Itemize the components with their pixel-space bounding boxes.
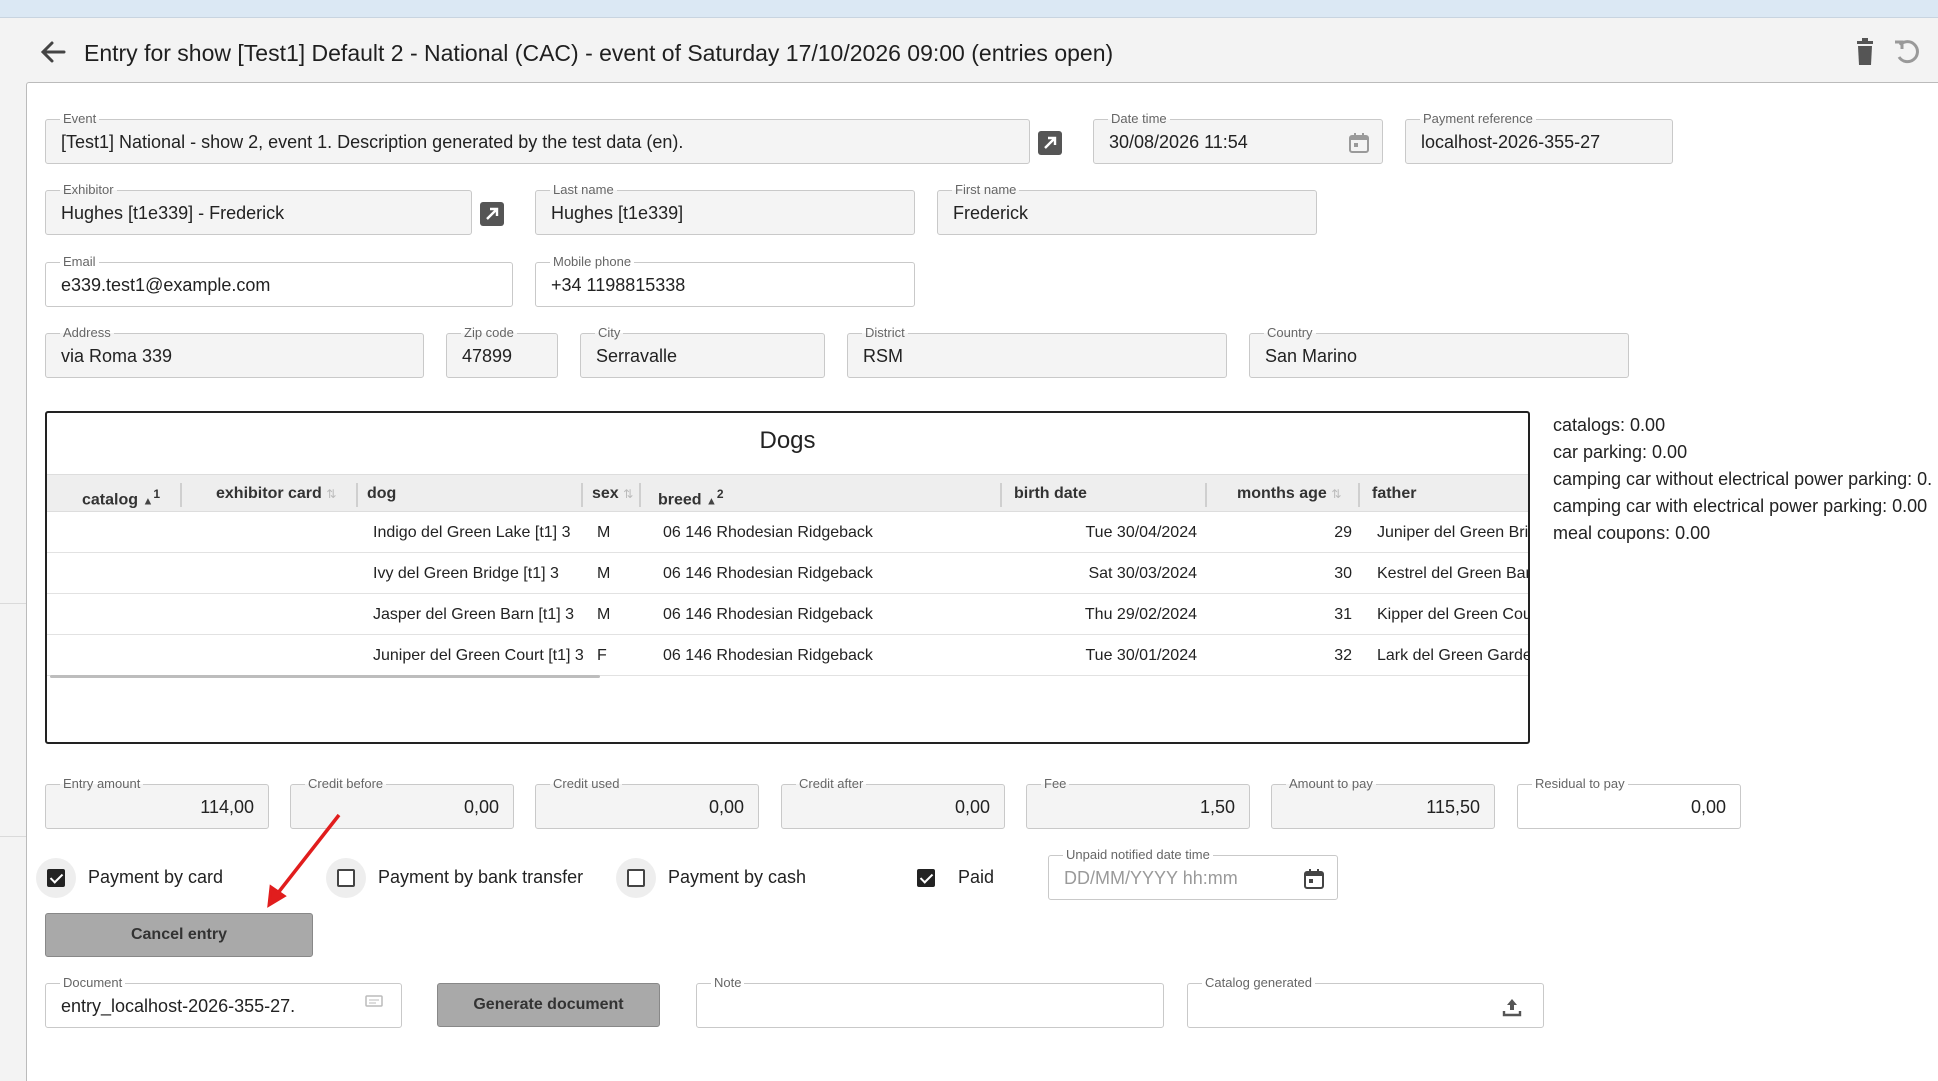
undo-icon	[1895, 40, 1919, 64]
upload-icon[interactable]	[1500, 995, 1524, 1019]
date-time-field[interactable]: Date time 30/08/2026 11:54	[1093, 111, 1383, 164]
arrow-left-icon	[40, 41, 66, 63]
cancel-entry-button[interactable]: Cancel entry	[45, 913, 313, 957]
col-catalog[interactable]: catalog ▲1	[82, 475, 160, 513]
trash-icon	[1857, 38, 1873, 65]
fee-field[interactable]: Fee 1,50	[1026, 776, 1250, 829]
extras-summary: catalogs: 0.00 car parking: 0.00 camping…	[1553, 412, 1932, 547]
page-header: Entry for show [Test1] Default 2 - Natio…	[26, 28, 1938, 74]
calendar-icon[interactable]	[1302, 867, 1326, 891]
summary-camper-no-power: camping car without electrical power par…	[1553, 469, 1933, 489]
note-field[interactable]: Note	[696, 975, 1164, 1028]
catalog-generated-field[interactable]: Catalog generated	[1187, 975, 1544, 1028]
col-months-age[interactable]: months age ⇅	[1237, 475, 1341, 513]
dogs-grid-header: catalog ▲1 exhibitor card ⇅ dog sex ⇅ br…	[47, 474, 1528, 512]
unpaid-notified-datetime-field[interactable]: Unpaid notified date time DD/MM/YYYY hh:…	[1048, 847, 1338, 900]
paid-checkbox[interactable]: Paid	[906, 858, 1016, 898]
browser-top-strip	[0, 0, 1938, 18]
credit-used-field[interactable]: Credit used 0,00	[535, 776, 759, 829]
col-breed[interactable]: breed ▲2	[658, 475, 724, 513]
col-birth-date[interactable]: birth date	[1014, 475, 1087, 513]
open-event-button[interactable]	[1037, 130, 1063, 156]
amount-to-pay-field[interactable]: Amount to pay 115,50	[1271, 776, 1495, 829]
col-dog[interactable]: dog	[367, 475, 396, 513]
table-row[interactable]: Ivy del Green Bridge [t1] 3 M 06 146 Rho…	[47, 553, 1528, 594]
file-icon	[365, 995, 383, 1007]
sort-asc-icon: ▲	[706, 495, 717, 508]
city-field[interactable]: City Serravalle	[580, 325, 825, 378]
dogs-grid-title: Dogs	[759, 427, 816, 454]
exhibitor-field[interactable]: Exhibitor Hughes [t1e339] - Frederick	[45, 182, 472, 235]
credit-before-field[interactable]: Credit before 0,00	[290, 776, 514, 829]
sort-icon: ⇅	[623, 487, 634, 501]
entry-amount-field[interactable]: Entry amount 114,00	[45, 776, 269, 829]
generate-document-button[interactable]: Generate document	[437, 983, 660, 1027]
zip-code-field[interactable]: Zip code 47899	[446, 325, 558, 378]
residual-to-pay-field[interactable]: Residual to pay 0,00	[1517, 776, 1741, 829]
summary-catalogs: catalogs: 0.00	[1553, 415, 1666, 435]
table-row[interactable]: Indigo del Green Lake [t1] 3 M 06 146 Rh…	[47, 512, 1528, 553]
payment-by-bank-transfer-checkbox[interactable]: Payment by bank transfer	[326, 858, 586, 898]
address-field[interactable]: Address via Roma 339	[45, 325, 424, 378]
delete-button[interactable]	[1848, 34, 1882, 70]
left-sidebar-edge	[0, 18, 26, 1081]
sort-icon: ⇅	[326, 487, 337, 501]
sort-icon: ⇅	[1331, 487, 1342, 501]
open-exhibitor-button[interactable]	[479, 201, 505, 227]
back-button[interactable]	[34, 34, 74, 70]
mobile-phone-field[interactable]: Mobile phone +34 1198815338	[535, 254, 915, 307]
credit-after-field[interactable]: Credit after 0,00	[781, 776, 1005, 829]
table-row[interactable]: Juniper del Green Court [t1] 3 F 06 146 …	[47, 635, 1528, 676]
undo-button[interactable]	[1890, 34, 1924, 70]
summary-meal-coupons: meal coupons: 0.00	[1553, 523, 1711, 543]
open-in-new-icon	[1038, 131, 1062, 155]
payment-by-card-checkbox[interactable]: Payment by card	[36, 858, 246, 898]
payment-reference-field[interactable]: Payment reference localhost-2026-355-27	[1405, 111, 1673, 164]
horizontal-scrollbar[interactable]	[50, 675, 600, 678]
summary-camper-power: camping car with electrical power parkin…	[1553, 496, 1928, 516]
first-name-field[interactable]: First name Frederick	[937, 182, 1317, 235]
dogs-grid: Dogs catalog ▲1 exhibitor card ⇅ dog sex…	[45, 411, 1530, 744]
country-field[interactable]: Country San Marino	[1249, 325, 1629, 378]
col-exhibitor-card[interactable]: exhibitor card ⇅	[216, 475, 336, 513]
table-row[interactable]: Jasper del Green Barn [t1] 3 M 06 146 Rh…	[47, 594, 1528, 635]
event-field[interactable]: Event [Test1] National - show 2, event 1…	[45, 111, 1030, 164]
summary-car-parking: car parking: 0.00	[1553, 442, 1688, 462]
col-father[interactable]: father	[1372, 475, 1416, 513]
district-field[interactable]: District RSM	[847, 325, 1227, 378]
sort-asc-icon: ▲	[142, 495, 154, 508]
document-field[interactable]: Document entry_localhost-2026-355-27.	[45, 975, 402, 1028]
email-field[interactable]: Email e339.test1@example.com	[45, 254, 513, 307]
col-sex[interactable]: sex ⇅	[592, 475, 633, 513]
last-name-field[interactable]: Last name Hughes [t1e339]	[535, 182, 915, 235]
calendar-icon[interactable]	[1347, 131, 1371, 155]
open-in-new-icon	[480, 202, 504, 226]
page-title: Entry for show [Test1] Default 2 - Natio…	[84, 40, 1114, 66]
payment-by-cash-checkbox[interactable]: Payment by cash	[616, 858, 826, 898]
